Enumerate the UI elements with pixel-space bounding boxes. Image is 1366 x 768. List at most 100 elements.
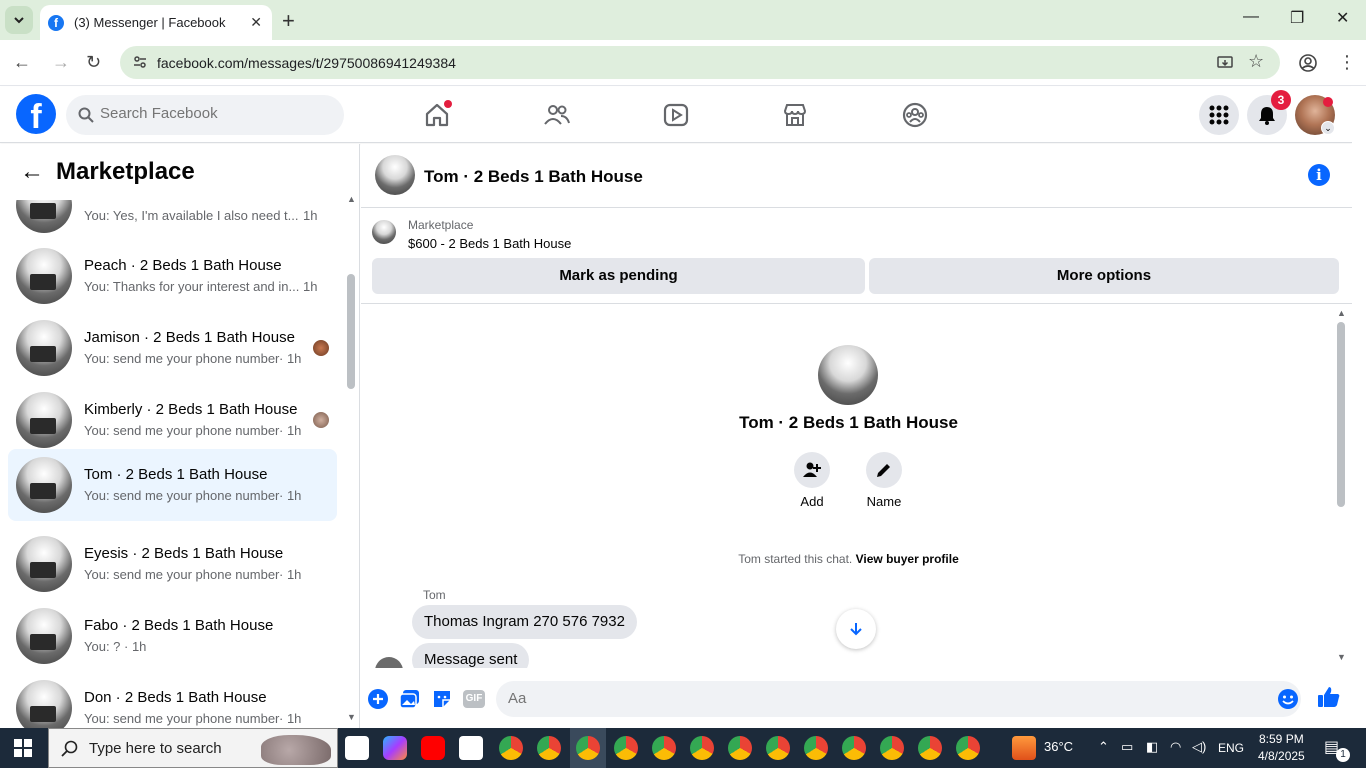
conversation-list-scrollbar[interactable] [347, 274, 355, 389]
scroll-down-arrow-icon[interactable]: ▼ [347, 712, 356, 722]
view-buyer-profile-link[interactable]: View buyer profile [856, 552, 959, 566]
forward-arrow-icon[interactable]: → [52, 52, 70, 73]
chrome-app-icon[interactable] [842, 736, 866, 760]
close-tab-icon[interactable]: ✕ [250, 14, 262, 31]
emoji-icon[interactable] [1277, 688, 1299, 710]
tab-title: (3) Messenger | Facebook [74, 15, 226, 30]
conversation-time: · 1h [279, 711, 302, 726]
account-chevron-icon[interactable]: ⌄ [1321, 121, 1335, 135]
chrome-app-icon[interactable] [537, 736, 561, 760]
conversation-item-kimberly[interactable]: Kimberly · 2 Beds 1 Bath House You: send… [8, 385, 337, 455]
add-label: Add [800, 494, 824, 509]
scroll-up-arrow-icon[interactable]: ▲ [1337, 308, 1346, 318]
groups-icon[interactable] [901, 101, 929, 129]
browser-menu-icon[interactable]: ⋮ [1338, 52, 1356, 73]
chrome-app-icon[interactable] [499, 736, 523, 760]
capcut-app-icon[interactable] [345, 736, 369, 760]
browser-tab-messenger[interactable]: f (3) Messenger | Facebook ✕ [40, 5, 272, 40]
message-bubble[interactable]: Message sent [412, 643, 530, 668]
weather-icon[interactable] [1012, 736, 1036, 760]
profile-icon[interactable] [1298, 53, 1318, 73]
capcut-app-icon-2[interactable] [459, 736, 483, 760]
photo-icon[interactable] [399, 688, 421, 710]
message-composer: GIF [361, 678, 1352, 728]
name-action[interactable]: Name [854, 452, 914, 509]
scroll-to-bottom-button[interactable] [836, 609, 876, 649]
restore-icon[interactable]: ❐ [1290, 8, 1304, 28]
marketplace-icon[interactable] [781, 101, 809, 129]
conversation-item-eyesis[interactable]: Eyesis · 2 Beds 1 Bath House You: send m… [8, 529, 337, 599]
tab-search-button[interactable] [5, 6, 33, 34]
conversation-item-fabo[interactable]: Fabo · 2 Beds 1 Bath House You: ? · 1h [8, 601, 337, 671]
gif-icon[interactable]: GIF [463, 690, 485, 708]
chrome-app-icon[interactable] [880, 736, 904, 760]
friends-icon[interactable] [543, 101, 571, 129]
wifi-icon[interactable]: ◠ [1170, 739, 1181, 755]
back-arrow-icon[interactable]: ← [13, 52, 31, 73]
chrome-app-icon[interactable] [918, 736, 942, 760]
copilot-app-icon[interactable] [383, 736, 407, 760]
close-window-icon[interactable]: ✕ [1336, 8, 1349, 28]
chrome-app-icon[interactable] [956, 736, 980, 760]
add-person-icon [803, 462, 821, 477]
conversation-item-peach[interactable]: Peach · 2 Beds 1 Bath House You: Thanks … [8, 241, 337, 311]
chrome-app-icon[interactable] [690, 736, 714, 760]
chrome-app-icon[interactable] [804, 736, 828, 760]
message-input[interactable] [508, 690, 1268, 707]
temperature-text[interactable]: 36°C [1044, 739, 1073, 754]
new-tab-icon[interactable]: + [282, 8, 295, 34]
chrome-app-icon[interactable] [728, 736, 752, 760]
chat-title[interactable]: Tom · 2 Beds 1 Bath House [424, 167, 643, 187]
install-app-icon[interactable] [1216, 54, 1234, 72]
scroll-down-arrow-icon[interactable]: ▼ [1337, 652, 1346, 662]
message-input-wrapper[interactable] [496, 681, 1301, 717]
more-options-button[interactable]: More options [869, 258, 1339, 294]
address-bar[interactable]: facebook.com/messages/t/2975008694124938… [120, 46, 1280, 79]
search-input[interactable] [100, 105, 330, 122]
conversation-item-don[interactable]: Don · 2 Beds 1 Bath House You: send me y… [8, 673, 337, 728]
listing-thumbnail[interactable] [372, 220, 396, 244]
site-info-icon[interactable] [132, 54, 148, 70]
volume-icon[interactable]: ◁) [1192, 739, 1206, 755]
chrome-app-icon[interactable] [614, 736, 638, 760]
chevron-up-icon[interactable]: ⌃ [1098, 739, 1109, 755]
minimize-icon[interactable]: — [1243, 8, 1259, 26]
menu-button[interactable] [1199, 95, 1239, 135]
chat-avatar[interactable] [375, 155, 415, 195]
add-action[interactable]: Add [782, 452, 842, 509]
page-scrollbar-track[interactable] [1352, 87, 1366, 728]
profile-avatar[interactable] [818, 345, 878, 405]
back-arrow-icon[interactable]: ← [20, 158, 44, 186]
youtube-app-icon[interactable] [421, 736, 445, 760]
facebook-logo-icon[interactable]: f [16, 94, 56, 134]
conversation-snippet: You: send me your phone number [84, 351, 280, 366]
message-bubble[interactable]: Thomas Ingram 270 576 7932 [412, 605, 637, 639]
battery-icon[interactable]: ▭ [1121, 739, 1133, 755]
facebook-search[interactable] [66, 95, 344, 135]
bookmark-star-icon[interactable]: ☆ [1248, 51, 1264, 72]
video-icon[interactable] [662, 101, 690, 129]
listing-price[interactable]: $600 - 2 Beds 1 Bath House [408, 236, 571, 251]
thumbs-up-icon[interactable] [1317, 685, 1341, 709]
chrome-app-icon[interactable] [766, 736, 790, 760]
windows-start-icon[interactable] [14, 739, 32, 757]
taskbar-search[interactable]: Type here to search [48, 728, 338, 768]
taskbar-clock[interactable]: 8:59 PM 4/8/2025 [1258, 731, 1305, 765]
chat-scrollbar[interactable] [1337, 322, 1345, 507]
chrome-app-icon-active[interactable] [576, 736, 600, 760]
conversation-snippet: You: send me your phone number [84, 423, 280, 438]
conversation-item-tom[interactable]: Tom · 2 Beds 1 Bath House You: send me y… [8, 449, 337, 521]
camera-icon[interactable]: ◧ [1146, 739, 1158, 755]
chrome-app-icon[interactable] [652, 736, 676, 760]
conversation-time: 1h [303, 279, 318, 294]
conversation-item-jamison[interactable]: Jamison · 2 Beds 1 Bath House You: send … [8, 313, 337, 383]
info-icon[interactable]: i [1308, 164, 1330, 186]
add-button[interactable] [794, 452, 830, 488]
name-button[interactable] [866, 452, 902, 488]
plus-circle-icon[interactable] [367, 688, 389, 710]
mark-as-pending-button[interactable]: Mark as pending [372, 258, 865, 294]
language-indicator[interactable]: ENG [1218, 741, 1244, 755]
reload-icon[interactable]: ↻ [86, 52, 101, 73]
scroll-up-arrow-icon[interactable]: ▲ [347, 194, 356, 204]
sticker-icon[interactable] [431, 688, 453, 710]
